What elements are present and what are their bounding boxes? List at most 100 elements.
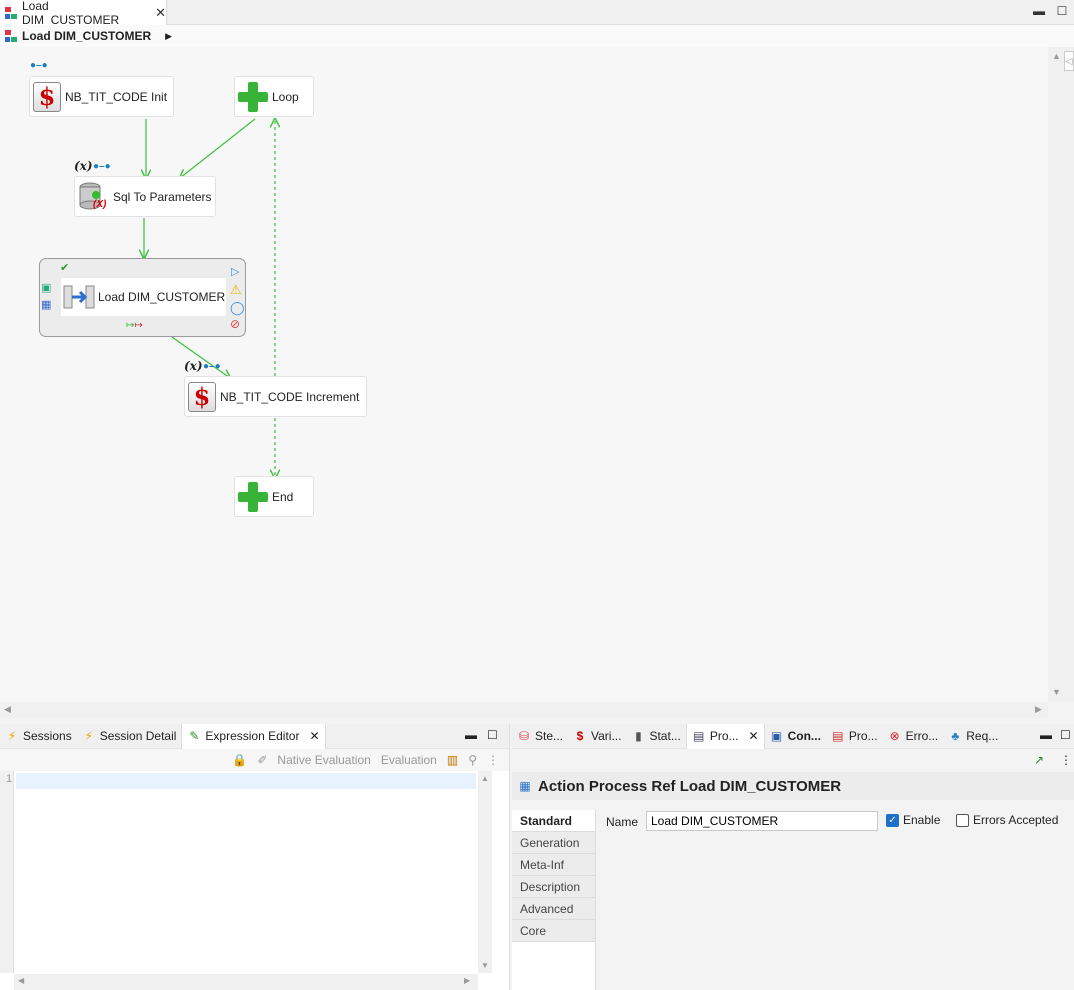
node-loop-label: Loop <box>272 89 299 104</box>
tab-properties[interactable]: ▤ Pro... ✕ <box>685 723 765 749</box>
stop-icon[interactable]: ⊘ <box>230 317 240 331</box>
tab-label: Sessions <box>23 729 72 743</box>
check-icon: ✓ <box>886 813 899 827</box>
diagram-canvas[interactable]: ●–● $ NB_TIT_CODE Init Loop (x) ●–● (X) … <box>0 47 1048 702</box>
tab-label: Expression Editor <box>205 729 300 743</box>
node-sql[interactable]: (X) Sql To Parameters <box>74 176 216 217</box>
scroll-right-icon[interactable]: ▶ <box>464 976 470 985</box>
section-description[interactable]: Description <box>512 876 595 898</box>
horizontal-scrollbar[interactable]: ◀ ▶ <box>0 702 1048 718</box>
pencil-icon: ✎ <box>189 729 200 743</box>
process-ref-icon: ▦ <box>519 779 531 793</box>
more-vertical-icon[interactable]: ⋮ <box>487 753 499 767</box>
editor-tab[interactable]: Load DIM_CUSTOMER ✕ <box>0 0 167 27</box>
tab-console[interactable]: ▣ Con... <box>765 724 826 749</box>
tab-expression-editor[interactable]: ✎ Expression Editor ✕ <box>181 723 326 749</box>
close-icon[interactable]: ✕ <box>749 729 759 743</box>
link-icon: ●–● <box>203 361 221 372</box>
scroll-left-icon[interactable]: ◀ <box>18 976 24 985</box>
collapse-handle-icon[interactable]: ◁ <box>1064 51 1074 71</box>
tab-label: Pro... <box>709 729 739 743</box>
close-icon[interactable]: ✕ <box>309 729 319 743</box>
tab-label: Session Detail <box>99 729 177 743</box>
scroll-left-icon[interactable]: ◀ <box>4 704 11 715</box>
node-loop[interactable]: Loop <box>234 76 314 117</box>
tab-label: Req... <box>966 729 999 743</box>
tab-requests[interactable]: ♣ Req... <box>943 724 1003 749</box>
expression-toolbar: 🔒 ✐ Native Evaluation Evaluation ▥ ⚲ ⋮ <box>0 749 509 771</box>
editor-vertical-scrollbar[interactable]: ▲ ▼ <box>478 771 492 973</box>
tab-variables[interactable]: $ Vari... <box>568 724 626 749</box>
native-eval-icon[interactable]: ✐ <box>257 753 267 767</box>
section-tabs: Standard Generation Meta-Inf Description… <box>512 810 596 990</box>
name-label: Name <box>606 815 639 829</box>
chevron-right-icon[interactable]: ▶ <box>165 31 172 42</box>
name-field[interactable] <box>646 811 878 831</box>
tab-sessions[interactable]: ⚡ Sessions <box>0 724 77 749</box>
node-load-process[interactable]: ✔ ▷ ⚠ ◯ ⊘ ▣ ▦ Load DIM_CUSTOMER ↦↦ <box>39 258 246 337</box>
section-core[interactable]: Core <box>512 920 595 942</box>
tab-problems[interactable]: ▤ Pro... <box>826 724 883 749</box>
play-icon[interactable]: ▷ <box>231 265 239 278</box>
tab-errors[interactable]: ⊗ Erro... <box>883 724 944 749</box>
library-icon[interactable]: ▥ <box>447 753 458 767</box>
circle-icon[interactable]: ◯ <box>230 300 245 316</box>
close-icon[interactable]: ✕ <box>155 5 166 21</box>
link-icon: ●–● <box>93 161 111 172</box>
pin-icon[interactable]: ⚲ <box>468 753 477 767</box>
section-advanced[interactable]: Advanced <box>512 898 595 920</box>
native-eval-button[interactable]: Native Evaluation <box>277 753 370 767</box>
right-panel-tabs: ⛁ Ste... $ Vari... ▮ Stat... ▤ Pro... ✕ ▣ Con.… <box>512 723 1074 749</box>
variable-icon: (x) <box>74 159 93 173</box>
editor-current-line[interactable] <box>16 773 476 789</box>
minimize-icon[interactable]: ▬ <box>1032 4 1046 18</box>
plus-icon <box>238 81 268 112</box>
open-editor-icon[interactable]: ↗ <box>1034 753 1044 767</box>
evaluation-button[interactable]: Evaluation <box>381 753 437 767</box>
editor-horizontal-scrollbar[interactable]: ◀ ▶ <box>14 974 478 990</box>
scroll-up-icon[interactable]: ▲ <box>1052 51 1061 61</box>
tab-session-detail[interactable]: ⚡ Session Detail <box>77 724 182 749</box>
vertical-scrollbar[interactable]: ▲ ▼ ◁ <box>1048 47 1074 702</box>
minimize-icon[interactable]: ▬ <box>465 728 477 742</box>
lock-icon[interactable]: 🔒 <box>232 753 247 767</box>
maximize-icon[interactable]: ☐ <box>1055 4 1069 18</box>
check-doc-icon: ✔ <box>60 262 70 274</box>
node-init-label: NB_TIT_CODE Init <box>65 89 168 104</box>
node-increment[interactable]: $ NB_TIT_CODE Increment <box>184 376 367 417</box>
gamepad-icon: ▣ <box>41 282 52 294</box>
tab-label: Vari... <box>591 729 622 743</box>
node-load-label: Load DIM_CUSTOMER <box>98 290 226 304</box>
left-panel: ⚡ Sessions ⚡ Session Detail ✎ Expression… <box>0 723 510 990</box>
section-meta-inf[interactable]: Meta-Inf <box>512 854 595 876</box>
dollar-icon: $ <box>33 81 61 112</box>
scroll-down-icon[interactable]: ▼ <box>481 961 489 970</box>
warning-icon[interactable]: ⚠ <box>230 282 242 298</box>
load-inner[interactable]: Load DIM_CUSTOMER <box>61 278 226 316</box>
scroll-down-icon[interactable]: ▼ <box>1052 687 1061 697</box>
maximize-icon[interactable]: ☐ <box>487 728 498 742</box>
minimize-icon[interactable]: ▬ <box>1040 728 1052 742</box>
dollar-icon: $ <box>188 381 216 412</box>
tree-icon: ♣ <box>951 729 960 743</box>
breadcrumb-item[interactable]: Load DIM_CUSTOMER <box>22 29 151 43</box>
plus-icon <box>238 481 268 512</box>
scroll-up-icon[interactable]: ▲ <box>481 774 489 783</box>
enable-label: Enable <box>903 813 941 827</box>
node-init[interactable]: $ NB_TIT_CODE Init <box>29 76 174 117</box>
line-number: 1 <box>6 773 13 785</box>
link-icon: ●–● <box>30 60 48 71</box>
section-generation[interactable]: Generation <box>512 832 595 854</box>
tab-statistics[interactable]: ▮ Stat... <box>626 724 685 749</box>
errors-accepted-checkbox[interactable]: Errors Accepted <box>956 813 1058 827</box>
properties-header: ▦ Action Process Ref Load DIM_CUSTOMER <box>512 772 1074 800</box>
more-vertical-icon[interactable]: ⋮ <box>1060 753 1072 767</box>
tab-steps[interactable]: ⛁ Ste... <box>512 724 568 749</box>
database-icon: (X) <box>77 181 107 213</box>
enable-checkbox[interactable]: ✓ Enable <box>886 813 940 827</box>
properties-title: Action Process Ref Load DIM_CUSTOMER <box>538 777 842 795</box>
section-standard[interactable]: Standard <box>512 810 595 832</box>
node-end[interactable]: End <box>234 476 314 517</box>
maximize-icon[interactable]: ☐ <box>1060 728 1071 742</box>
scroll-right-icon[interactable]: ▶ <box>1035 704 1042 715</box>
